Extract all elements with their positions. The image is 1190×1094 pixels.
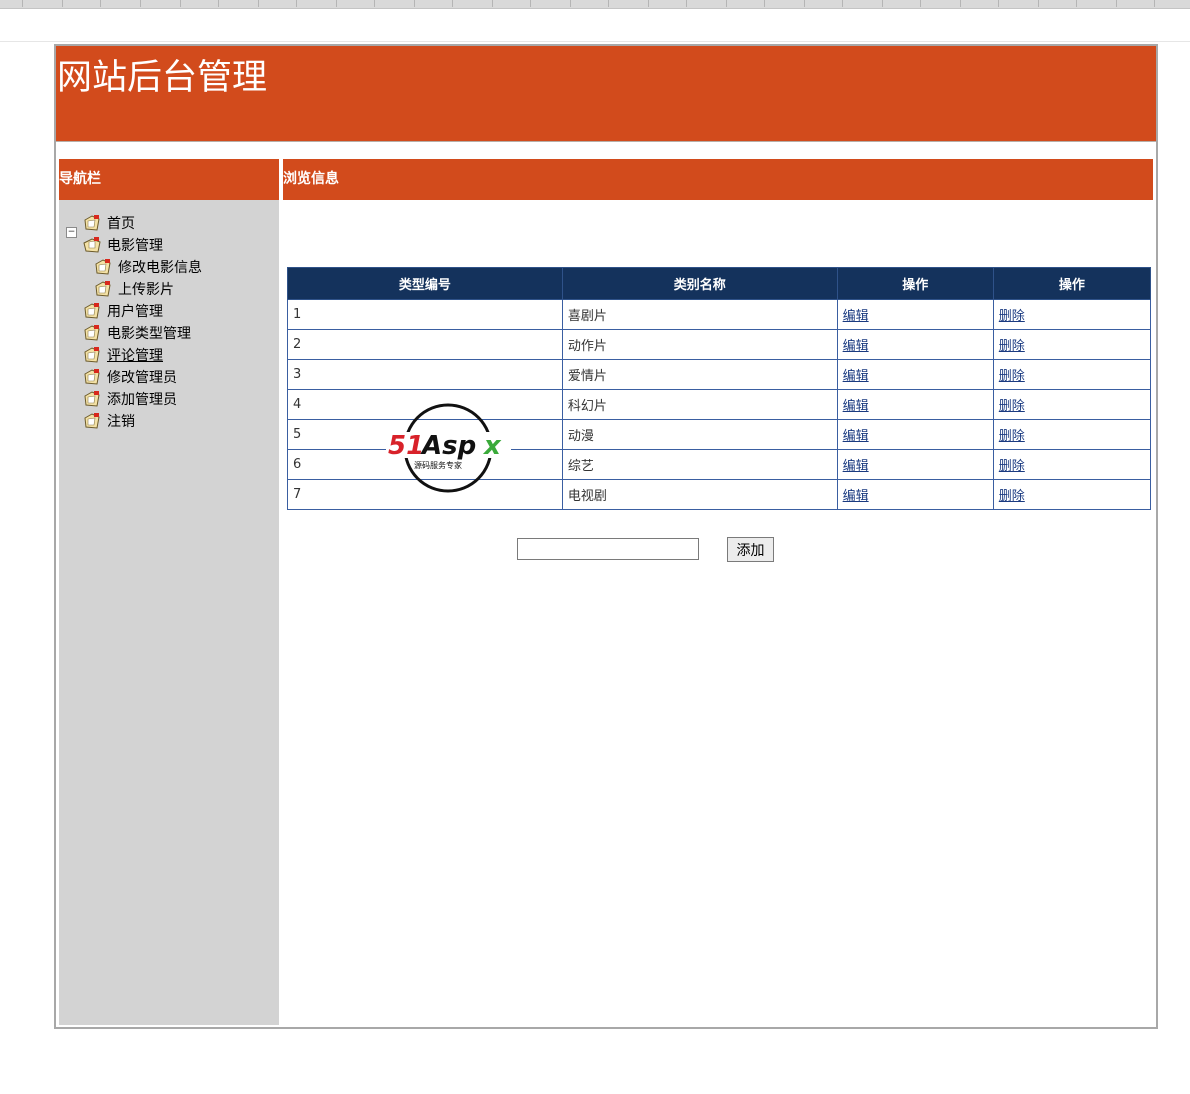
sidebar-item-movie-management[interactable]: 电影管理 bbox=[83, 234, 163, 256]
sidebar-item-label: 修改电影信息 bbox=[118, 260, 202, 276]
table-row: 3 爱情片 编辑 删除 bbox=[287, 359, 1152, 390]
nav-heading: 导航栏 bbox=[59, 159, 279, 200]
type-name-cell: 科幻片 bbox=[561, 389, 838, 420]
table-row: 2 动作片 编辑 删除 bbox=[287, 329, 1152, 360]
sidebar-item-label: 首页 bbox=[107, 216, 135, 232]
site-title: 网站后台管理 bbox=[57, 58, 268, 98]
page-icon bbox=[95, 259, 111, 275]
sidebar-item-movie-types[interactable]: 电影类型管理 bbox=[83, 322, 191, 344]
edit-cell: 编辑 bbox=[836, 329, 994, 360]
browser-top-strip bbox=[0, 0, 1190, 9]
edit-link[interactable]: 编辑 bbox=[843, 309, 869, 324]
type-name-cell: 电视剧 bbox=[561, 479, 838, 510]
sidebar-item-upload-movie[interactable]: 上传影片 bbox=[94, 278, 174, 300]
delete-link[interactable]: 删除 bbox=[999, 429, 1025, 444]
column-header: 操作 bbox=[836, 267, 994, 300]
column-header: 类型编号 bbox=[287, 267, 563, 300]
column-header: 操作 bbox=[992, 267, 1152, 300]
delete-cell: 删除 bbox=[992, 359, 1152, 390]
edit-link[interactable]: 编辑 bbox=[843, 429, 869, 444]
page-icon bbox=[84, 215, 100, 231]
delete-link[interactable]: 删除 bbox=[999, 399, 1025, 414]
main-heading-text: 浏览信息 bbox=[283, 171, 339, 187]
sidebar-item-comments[interactable]: 评论管理 bbox=[83, 344, 163, 366]
main-heading: 浏览信息 bbox=[283, 159, 1153, 200]
sidebar-item-logout[interactable]: 注销 bbox=[83, 410, 135, 432]
page-icon bbox=[84, 413, 100, 429]
delete-link[interactable]: 删除 bbox=[999, 459, 1025, 474]
edit-cell: 编辑 bbox=[836, 449, 994, 480]
delete-cell: 删除 bbox=[992, 389, 1152, 420]
edit-link[interactable]: 编辑 bbox=[843, 399, 869, 414]
delete-link[interactable]: 删除 bbox=[999, 309, 1025, 324]
sidebar-item-users[interactable]: 用户管理 bbox=[83, 300, 163, 322]
type-id-cell: 1 bbox=[287, 299, 563, 330]
sidebar-item-label: 添加管理员 bbox=[107, 392, 177, 408]
watermark-brand-51: 51 bbox=[388, 431, 424, 461]
sidebar-item-label: 用户管理 bbox=[107, 304, 163, 320]
edit-link[interactable]: 编辑 bbox=[843, 369, 869, 384]
edit-cell: 编辑 bbox=[836, 299, 994, 330]
column-header: 类别名称 bbox=[561, 267, 838, 300]
sidebar-item-label: 电影类型管理 bbox=[107, 326, 191, 342]
sidebar-item-home[interactable]: 首页 bbox=[83, 212, 135, 234]
watermark-tagline: 源码服务专家 bbox=[414, 460, 462, 470]
sidebar-item-edit-movie[interactable]: 修改电影信息 bbox=[94, 256, 202, 278]
delete-link[interactable]: 删除 bbox=[999, 369, 1025, 384]
edit-cell: 编辑 bbox=[836, 419, 994, 450]
admin-page-frame: 网站后台管理 首页 − 电影管理 修改电影信息 上传影片 用户管理 电影类型管理… bbox=[54, 44, 1158, 1029]
page-icon bbox=[84, 347, 100, 363]
type-name-input[interactable] bbox=[517, 538, 699, 560]
watermark-brand-asp: Asp bbox=[420, 431, 476, 461]
delete-link[interactable]: 删除 bbox=[999, 339, 1025, 354]
type-name-cell: 动作片 bbox=[561, 329, 838, 360]
page-icon bbox=[84, 303, 100, 319]
edit-link[interactable]: 编辑 bbox=[843, 339, 869, 354]
edit-cell: 编辑 bbox=[836, 389, 994, 420]
sidebar-item-label: 上传影片 bbox=[118, 282, 174, 298]
sidebar-item-label: 评论管理 bbox=[107, 348, 163, 364]
sidebar-item-edit-admin[interactable]: 修改管理员 bbox=[83, 366, 177, 388]
nav-heading-text: 导航栏 bbox=[59, 171, 101, 187]
edit-cell: 编辑 bbox=[836, 359, 994, 390]
delete-cell: 删除 bbox=[992, 299, 1152, 330]
type-name-cell: 喜剧片 bbox=[561, 299, 838, 330]
sidebar-item-add-admin[interactable]: 添加管理员 bbox=[83, 388, 177, 410]
delete-cell: 删除 bbox=[992, 419, 1152, 450]
site-header: 网站后台管理 bbox=[56, 46, 1156, 142]
type-name-cell: 爱情片 bbox=[561, 359, 838, 390]
watermark-logo: 51 Asp x 源码服务专家 bbox=[386, 403, 511, 493]
divider bbox=[0, 41, 1190, 42]
delete-link[interactable]: 删除 bbox=[999, 489, 1025, 504]
type-id-cell: 2 bbox=[287, 329, 563, 360]
type-name-cell: 综艺 bbox=[561, 449, 838, 480]
table-header-row: 类型编号 类别名称 操作 操作 bbox=[287, 267, 1152, 300]
sidebar-item-label: 修改管理员 bbox=[107, 370, 177, 386]
page-icon bbox=[95, 281, 111, 297]
sidebar: 首页 − 电影管理 修改电影信息 上传影片 用户管理 电影类型管理 评论管理 修… bbox=[59, 159, 279, 1025]
page-icon bbox=[84, 391, 100, 407]
edit-cell: 编辑 bbox=[836, 479, 994, 510]
table-row: 1 喜剧片 编辑 删除 bbox=[287, 299, 1152, 330]
delete-cell: 删除 bbox=[992, 479, 1152, 510]
edit-link[interactable]: 编辑 bbox=[843, 489, 869, 504]
type-name-cell: 动漫 bbox=[561, 419, 838, 450]
page-icon bbox=[84, 369, 100, 385]
delete-cell: 删除 bbox=[992, 329, 1152, 360]
folder-open-icon bbox=[83, 237, 101, 253]
sidebar-item-label: 电影管理 bbox=[107, 238, 163, 254]
watermark-brand-x: x bbox=[482, 431, 502, 461]
sidebar-item-label: 注销 bbox=[107, 414, 135, 430]
type-id-cell: 3 bbox=[287, 359, 563, 390]
collapse-icon[interactable]: − bbox=[66, 227, 77, 238]
edit-link[interactable]: 编辑 bbox=[843, 459, 869, 474]
page-icon bbox=[84, 325, 100, 341]
delete-cell: 删除 bbox=[992, 449, 1152, 480]
add-button[interactable]: 添加 bbox=[727, 537, 774, 562]
